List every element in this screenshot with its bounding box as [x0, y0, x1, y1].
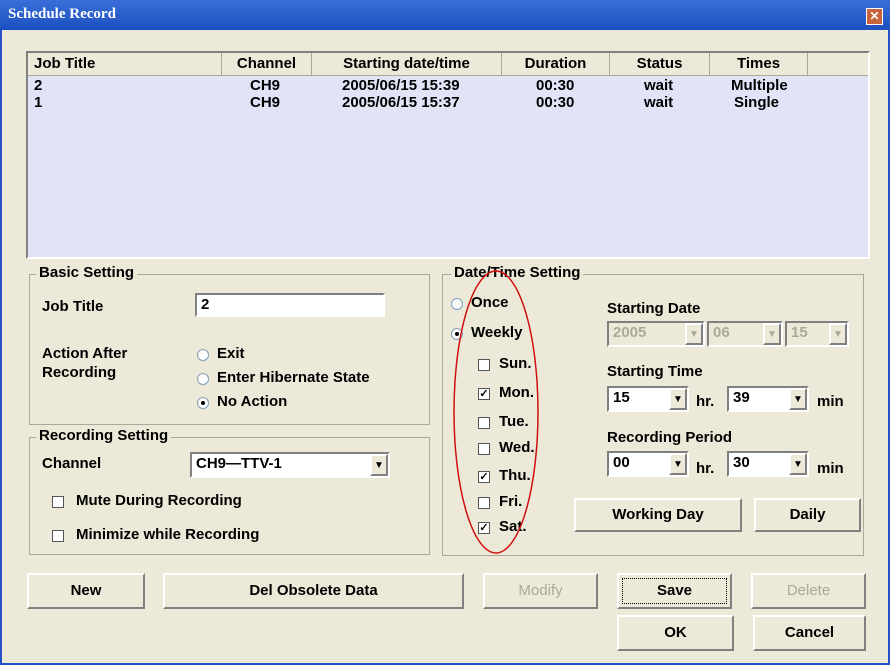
hibernate-label: Enter Hibernate State [217, 369, 370, 386]
table-row[interactable]: 1 CH9 2005/06/15 15:37 00:30 wait Single [28, 94, 868, 112]
column-header-starting-date[interactable]: Starting date/time [312, 53, 502, 75]
job-title-label: Job Title [42, 298, 104, 315]
save-button[interactable]: Save [617, 573, 732, 609]
annotation-ellipse [453, 270, 539, 554]
start-hour-value: 15 [613, 389, 630, 406]
start-minute-select[interactable]: 39 ▼ [727, 386, 809, 412]
column-header-times[interactable]: Times [710, 53, 808, 75]
starting-time-label: Starting Time [607, 363, 703, 380]
window-title: Schedule Record [8, 6, 116, 22]
schedule-list[interactable]: Job Title Channel Starting date/time Dur… [26, 51, 870, 259]
action-after-label: Action After [42, 345, 128, 362]
period-hour-select[interactable]: 00 ▼ [607, 451, 689, 477]
row-times: Multiple [731, 77, 788, 94]
datetime-setting-group: Date/Time Setting Once Weekly Sun. ✓ Mon… [442, 264, 864, 556]
date-month-select[interactable]: 06 ▼ [707, 321, 783, 347]
basic-setting-legend: Basic Setting [36, 264, 138, 281]
chevron-down-icon[interactable]: ▼ [789, 388, 807, 410]
row-times: Single [734, 94, 780, 111]
start-minute-value: 39 [733, 389, 750, 406]
period-minute-select[interactable]: 30 ▼ [727, 451, 809, 477]
new-button[interactable]: New [27, 573, 145, 609]
recording-setting-group: Recording Setting Channel CH9—TTV-1 ▼ Mu… [29, 427, 430, 555]
row-duration: 00:30 [536, 77, 575, 94]
period-minute-value: 30 [733, 454, 750, 471]
row-start: 2005/06/15 15:39 [342, 77, 460, 94]
hr-unit-label: hr. [696, 393, 715, 410]
column-header-empty [808, 53, 868, 75]
chevron-down-icon[interactable]: ▼ [789, 453, 807, 475]
cancel-button[interactable]: Cancel [753, 615, 866, 651]
row-channel: CH9 [250, 77, 281, 94]
recording-period-label: Recording Period [607, 429, 733, 446]
list-header: Job Title Channel Starting date/time Dur… [28, 53, 868, 76]
chevron-down-icon[interactable]: ▼ [370, 454, 388, 476]
chevron-down-icon[interactable]: ▼ [669, 453, 687, 475]
mute-label: Mute During Recording [76, 492, 242, 509]
chevron-down-icon[interactable]: ▼ [685, 323, 703, 345]
basic-setting-group: Basic Setting Job Title 2 Action After R… [29, 264, 430, 425]
no-action-label: No Action [217, 393, 288, 410]
recording-setting-legend: Recording Setting [36, 427, 172, 444]
channel-select[interactable]: CH9—TTV-1 ▼ [190, 452, 390, 478]
chevron-down-icon[interactable]: ▼ [763, 323, 781, 345]
title-bar: Schedule Record ✕ [0, 0, 890, 30]
hr-unit-label: hr. [696, 460, 715, 477]
close-icon[interactable]: ✕ [866, 8, 883, 25]
column-header-status[interactable]: Status [610, 53, 710, 75]
start-hour-select[interactable]: 15 ▼ [607, 386, 689, 412]
channel-label: Channel [42, 455, 102, 472]
delete-button[interactable]: Delete [751, 573, 866, 609]
ok-button[interactable]: OK [617, 615, 734, 651]
job-title-input[interactable]: 2 [195, 293, 385, 317]
period-hour-value: 00 [613, 454, 630, 471]
min-unit-label: min [817, 393, 844, 410]
row-job-title: 2 [34, 77, 43, 94]
row-duration: 00:30 [536, 94, 575, 111]
chevron-down-icon[interactable]: ▼ [829, 323, 847, 345]
min-unit-label: min [817, 460, 844, 477]
modify-button[interactable]: Modify [483, 573, 598, 609]
working-day-button[interactable]: Working Day [574, 498, 742, 532]
date-year-value: 2005 [613, 324, 647, 341]
column-header-channel[interactable]: Channel [222, 53, 312, 75]
date-day-value: 15 [791, 324, 808, 341]
row-channel: CH9 [250, 94, 281, 111]
row-status: wait [644, 94, 674, 111]
chevron-down-icon[interactable]: ▼ [669, 388, 687, 410]
exit-radio[interactable] [197, 349, 209, 361]
column-header-duration[interactable]: Duration [502, 53, 610, 75]
mute-checkbox[interactable] [52, 496, 64, 508]
exit-label: Exit [217, 345, 245, 362]
recording-label: Recording [42, 364, 117, 381]
no-action-radio[interactable] [197, 397, 209, 409]
minimize-label: Minimize while Recording [76, 526, 260, 543]
hibernate-radio[interactable] [197, 373, 209, 385]
row-start: 2005/06/15 15:37 [342, 94, 460, 111]
table-row[interactable]: 2 CH9 2005/06/15 15:39 00:30 wait Multip… [28, 77, 868, 95]
date-year-select[interactable]: 2005 ▼ [607, 321, 705, 347]
minimize-checkbox[interactable] [52, 530, 64, 542]
date-day-select[interactable]: 15 ▼ [785, 321, 849, 347]
column-header-job-title[interactable]: Job Title [28, 53, 222, 75]
del-obsolete-data-button[interactable]: Del Obsolete Data [163, 573, 464, 609]
row-status: wait [644, 77, 674, 94]
starting-date-label: Starting Date [607, 300, 701, 317]
date-month-value: 06 [713, 324, 730, 341]
daily-button[interactable]: Daily [754, 498, 861, 532]
channel-value: CH9—TTV-1 [196, 455, 282, 472]
row-job-title: 1 [34, 94, 43, 111]
